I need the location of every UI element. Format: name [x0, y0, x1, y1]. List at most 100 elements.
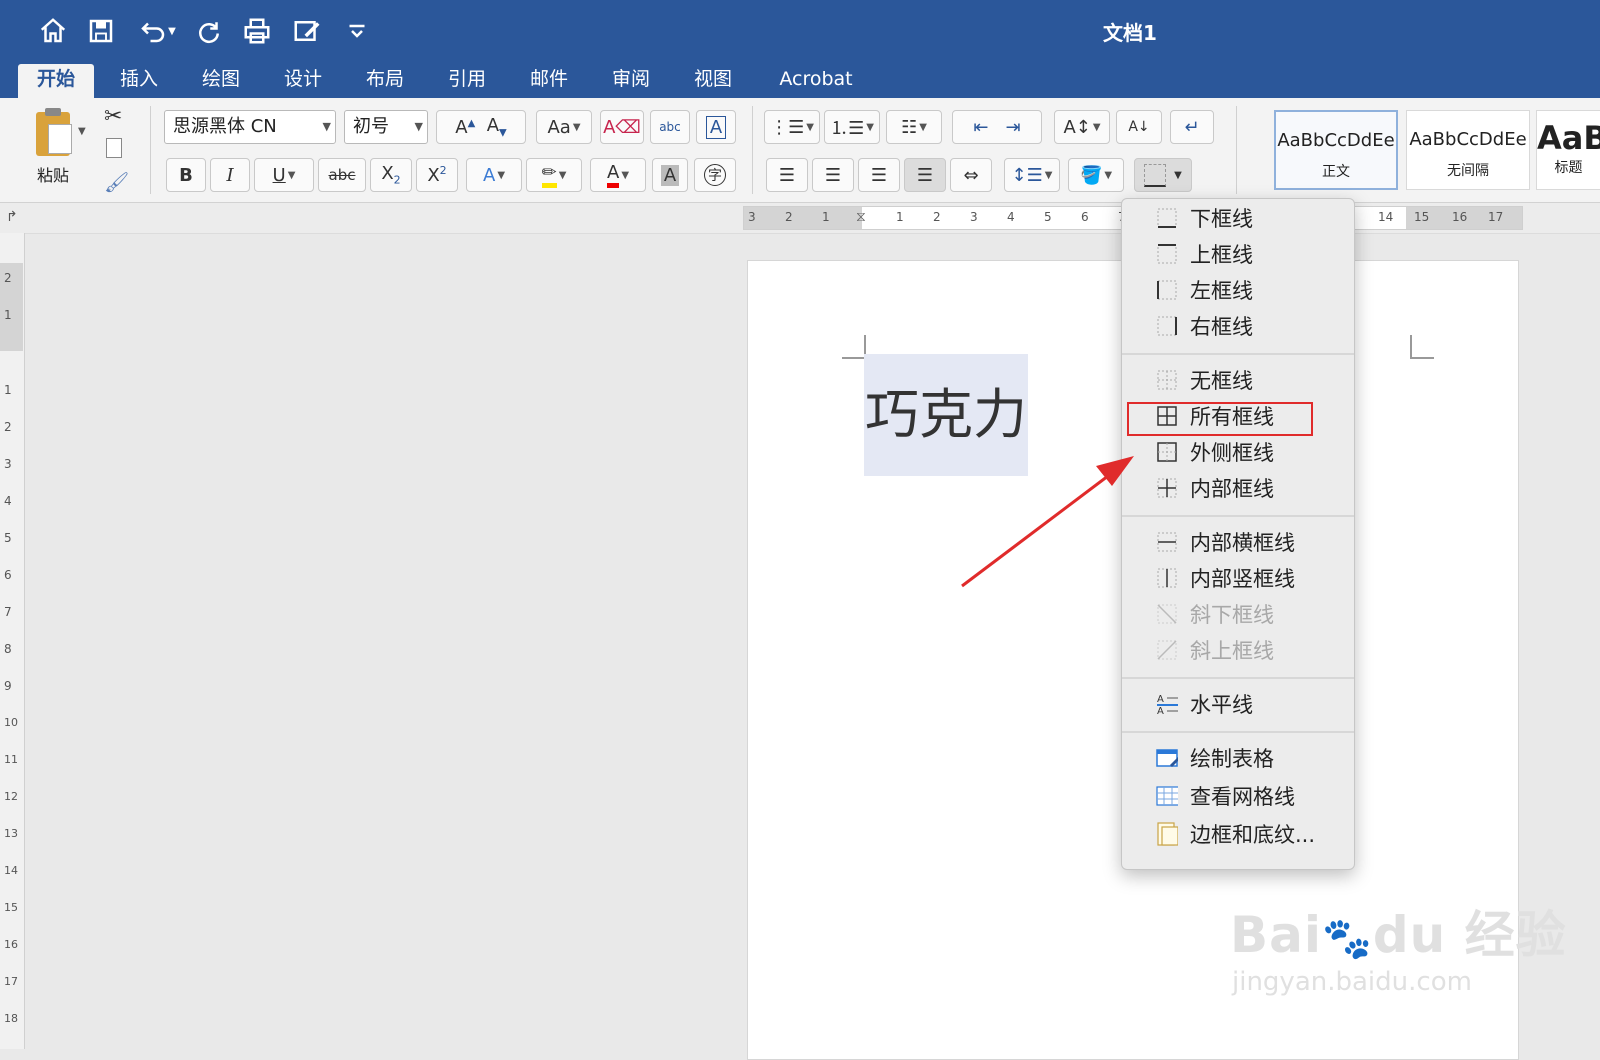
style-normal-name: 正文	[1322, 164, 1350, 180]
font-size-combo[interactable]: 初号 ▼	[344, 110, 428, 144]
text-effects-button[interactable]: A ▼	[466, 158, 522, 192]
subscript-button[interactable]: X2	[370, 158, 412, 192]
superscript-button[interactable]: X2	[416, 158, 458, 192]
decrease-indent-button[interactable]: ⇤ ⇥	[952, 110, 1042, 144]
paste-dropdown-icon[interactable]: ▼	[78, 126, 86, 137]
menu-item-draw-table[interactable]: 绘制表格	[1122, 741, 1354, 775]
tab-acrobat[interactable]: Acrobat	[768, 64, 864, 98]
sort-button[interactable]: A↓	[1116, 110, 1162, 144]
customize-toolbar-icon[interactable]	[340, 14, 374, 48]
shading-button[interactable]: 🪣 ▼	[1068, 158, 1124, 192]
tab-mailings[interactable]: 邮件	[516, 64, 582, 98]
title-bar: ▼ 文档1	[0, 0, 1600, 62]
paste-button[interactable]: 粘贴	[18, 106, 88, 192]
justify-button[interactable]: ☰	[904, 158, 946, 192]
menu-item-right-border[interactable]: 右框线	[1122, 309, 1354, 343]
ruler-number: 1	[4, 308, 12, 322]
tab-home[interactable]: 开始	[18, 64, 94, 98]
align-left-button[interactable]: ☰	[766, 158, 808, 192]
align-center-icon: ☰	[824, 164, 842, 186]
print-icon[interactable]	[240, 14, 274, 48]
change-case-button[interactable]: Aa ▼	[536, 110, 592, 144]
strikethrough-button[interactable]: abc	[318, 158, 366, 192]
strikethrough-icon: abc	[328, 166, 356, 184]
multilevel-list-button[interactable]: ☷ ▼	[886, 110, 942, 144]
tab-draw[interactable]: 绘图	[188, 64, 254, 98]
style-heading[interactable]: AaB 标题	[1536, 110, 1600, 190]
borders-dropdown-icon[interactable]: ▼	[1174, 170, 1182, 181]
font-color-button[interactable]: A ▼	[590, 158, 646, 192]
borders-button[interactable]: ▼	[1134, 158, 1192, 192]
ruler-number: 2	[4, 271, 12, 285]
ruler-number: 5	[4, 531, 12, 545]
line-spacing-button[interactable]: ↕☰ ▼	[1004, 158, 1060, 192]
font-name-combo[interactable]: 思源黑体 CN ▼	[164, 110, 336, 144]
undo-icon[interactable]: ▼	[132, 14, 182, 48]
style-normal[interactable]: AaBbCcDdEe 正文	[1274, 110, 1398, 190]
home-icon[interactable]	[36, 14, 70, 48]
format-painter-icon[interactable]: 🖌	[104, 170, 129, 194]
menu-item-horizontal-line[interactable]: AA 水平线	[1122, 687, 1354, 721]
menu-item-bottom-border[interactable]: 下框线	[1122, 201, 1354, 235]
enclose-character-button[interactable]: 字	[694, 158, 736, 192]
ruler-number: 17	[1488, 210, 1504, 224]
tab-view[interactable]: 视图	[680, 64, 746, 98]
align-center-button[interactable]: ☰	[812, 158, 854, 192]
grow-font-button[interactable]: A▲ A▼	[436, 110, 526, 144]
phonetic-guide-button[interactable]: abc	[650, 110, 690, 144]
menu-item-outside-borders[interactable]: 外侧框线	[1122, 435, 1354, 469]
selected-document-text[interactable]: 巧克力	[864, 354, 1028, 476]
redo-icon[interactable]	[192, 14, 226, 48]
font-color-icon: A	[606, 162, 620, 188]
menu-separator	[1122, 353, 1354, 355]
align-right-button[interactable]: ☰	[858, 158, 900, 192]
style-no-spacing-sample: AaBbCcDdEe	[1409, 129, 1527, 150]
menu-item-label: 绘制表格	[1190, 747, 1274, 771]
tab-insert[interactable]: 插入	[106, 64, 172, 98]
show-marks-button[interactable]: ↵	[1170, 110, 1214, 144]
menu-item-inside-vertical-border[interactable]: 内部竖框线	[1122, 561, 1354, 595]
watermark-logo: Bai🐾du 经验	[1230, 895, 1567, 967]
tab-stop-selector-icon[interactable]: ↱	[6, 209, 18, 225]
menu-item-inside-horizontal-border[interactable]: 内部横框线	[1122, 525, 1354, 559]
menu-item-label: 查看网格线	[1190, 785, 1295, 809]
cut-icon[interactable]: ✂	[104, 104, 122, 129]
highlight-button[interactable]: ✏ ▼	[526, 158, 582, 192]
tab-design[interactable]: 设计	[270, 64, 336, 98]
style-no-spacing-name: 无间隔	[1447, 163, 1489, 179]
style-no-spacing[interactable]: AaBbCcDdEe 无间隔	[1406, 110, 1530, 190]
justify-icon: ☰	[916, 164, 934, 186]
menu-item-label: 上框线	[1190, 243, 1253, 267]
diagonal-up-border-icon	[1156, 639, 1178, 661]
clear-format-button[interactable]: A⌫	[600, 110, 644, 144]
bullets-button[interactable]: ⋮☰ ▼	[764, 110, 820, 144]
character-shading-button[interactable]: A	[652, 158, 688, 192]
menu-item-no-border[interactable]: 无框线	[1122, 363, 1354, 397]
save-icon[interactable]	[84, 14, 118, 48]
tab-review[interactable]: 审阅	[598, 64, 664, 98]
copy-icon[interactable]	[106, 138, 122, 158]
character-border-button[interactable]: A	[696, 110, 736, 144]
distributed-button[interactable]: ⇔	[950, 158, 992, 192]
ribbon: 粘贴 ▼ ✂ 🖌 思源黑体 CN ▼ 初号 ▼ A▲ A▼ Aa ▼ A⌫ abc A…	[0, 98, 1600, 203]
highlighter-icon: ✏	[541, 162, 557, 188]
menu-item-left-border[interactable]: 左框线	[1122, 273, 1354, 307]
ruler-number: 3	[970, 210, 978, 224]
highlight-box	[1127, 402, 1313, 436]
ruler-number: 16	[4, 938, 18, 951]
bold-button[interactable]: B	[166, 158, 206, 192]
italic-button[interactable]: I	[210, 158, 250, 192]
menu-item-inside-borders[interactable]: 内部框线	[1122, 471, 1354, 505]
menu-item-borders-and-shading[interactable]: 边框和底纹...	[1122, 817, 1354, 851]
asian-layout-button[interactable]: A↕ ▼	[1054, 110, 1110, 144]
edit-document-icon[interactable]	[290, 14, 324, 48]
tab-references[interactable]: 引用	[434, 64, 500, 98]
tab-layout[interactable]: 布局	[352, 64, 418, 98]
vertical-ruler[interactable]: 2 1 1 2 3 4 5 6 7 8 9 10 11 12 13 14 15 …	[0, 233, 25, 1049]
indent-marker-icon[interactable]: ⧖	[856, 209, 866, 225]
ruler-number: 8	[4, 642, 12, 656]
menu-item-top-border[interactable]: 上框线	[1122, 237, 1354, 271]
underline-button[interactable]: U ▼	[254, 158, 314, 192]
numbering-button[interactable]: ⒈☰ ▼	[824, 110, 880, 144]
menu-item-view-gridlines[interactable]: 查看网格线	[1122, 779, 1354, 813]
